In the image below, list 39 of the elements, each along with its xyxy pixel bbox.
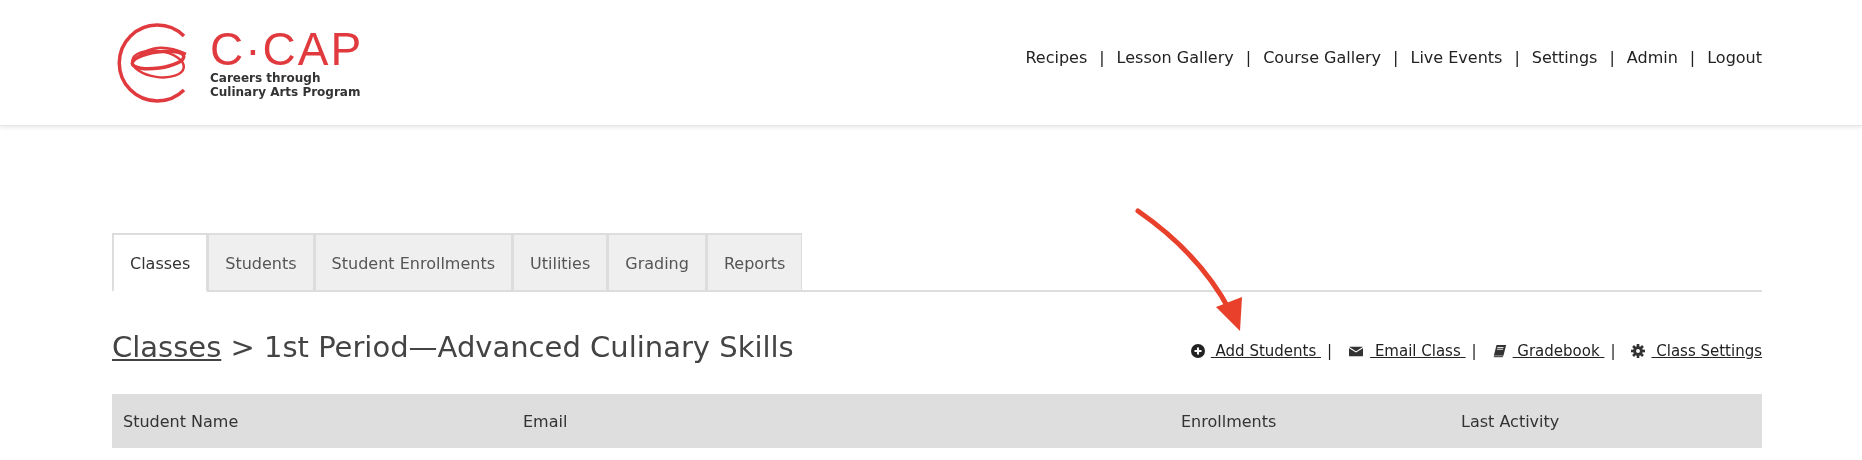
action-separator: | — [1610, 342, 1616, 360]
nav-link[interactable]: Admin — [1626, 48, 1678, 67]
tab[interactable]: Student Enrollments — [313, 233, 512, 292]
action-link[interactable]: Class Settings — [1651, 342, 1762, 360]
book-icon — [1492, 344, 1507, 358]
nav-separator: | — [1393, 48, 1399, 67]
nav-link[interactable]: Logout — [1707, 48, 1762, 67]
plus-circle-icon — [1190, 344, 1205, 358]
gear-icon — [1631, 344, 1646, 358]
nav-link[interactable]: Course Gallery — [1263, 48, 1382, 67]
logo-wordmark: C·CAP — [210, 26, 364, 71]
column-header: Student Name — [123, 411, 240, 431]
nav-link[interactable]: Recipes — [1025, 48, 1088, 67]
column-header: Last Activity — [1461, 411, 1561, 431]
column-header: Email — [523, 411, 569, 431]
envelope-icon — [1348, 344, 1365, 358]
nav-link[interactable]: Settings — [1531, 48, 1598, 67]
column-header: Enrollments — [1181, 411, 1278, 431]
action-link[interactable]: Add Students — [1210, 342, 1322, 360]
breadcrumb-current: > 1st Period—Advanced Culinary Skills — [230, 330, 794, 364]
nav-link[interactable]: Live Events — [1410, 48, 1503, 67]
action-separator: | — [1471, 342, 1477, 360]
nav-link[interactable]: Lesson Gallery — [1116, 48, 1234, 67]
nav-separator: | — [1609, 48, 1615, 67]
breadcrumb-link[interactable]: Classes — [112, 330, 222, 364]
action-link[interactable]: Email Class — [1370, 342, 1466, 360]
logo-tagline: Careers through — [210, 70, 322, 85]
nav-separator: | — [1689, 48, 1696, 67]
tab[interactable]: Classes — [112, 233, 208, 292]
tab[interactable]: Grading — [607, 233, 706, 292]
logo-tagline: Culinary Arts Program — [210, 84, 362, 99]
action-separator: | — [1327, 342, 1333, 360]
tab[interactable]: Utilities — [512, 233, 608, 292]
nav-separator: | — [1099, 48, 1105, 67]
nav-separator: | — [1245, 48, 1252, 67]
tab[interactable]: Students — [207, 233, 314, 292]
nav-separator: | — [1514, 48, 1520, 67]
tab[interactable]: Reports — [705, 233, 803, 292]
action-link[interactable]: Gradebook — [1512, 342, 1605, 360]
